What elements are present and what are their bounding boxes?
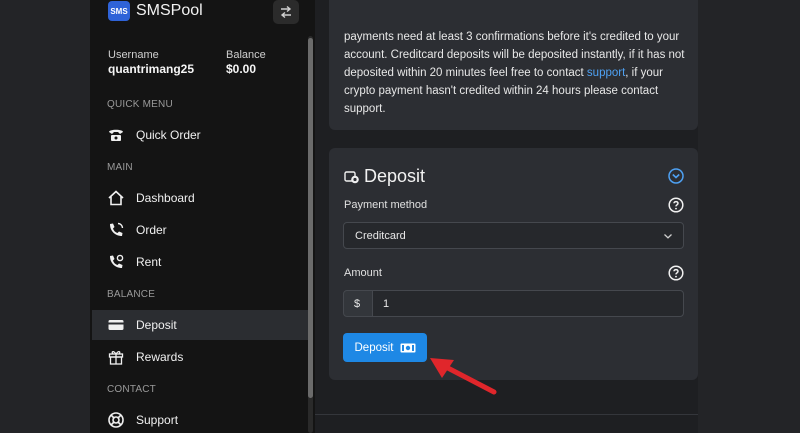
section-main: MAIN [107,162,133,173]
background-right [698,0,800,433]
balance-label: Balance [226,49,266,61]
deposit-info-text: payments need at least 3 confirmations b… [344,28,689,118]
payment-method-label: Payment method [344,199,428,211]
username-label: Username [108,49,159,61]
help-icon[interactable] [668,265,684,281]
sidebar-item-rent[interactable]: Rent [92,247,308,277]
payment-method-select[interactable]: Creditcard [343,222,684,249]
amount-label: Amount [344,267,382,279]
support-icon [108,412,124,428]
chevron-down-circle-icon[interactable] [668,168,684,184]
sidebar-item-rewards[interactable]: Rewards [92,342,308,372]
sidebar-item-support[interactable]: Support [92,405,308,433]
chevron-down-icon [664,234,672,239]
sidebar-item-label: Quick Order [136,128,201,142]
deposit-button-label: Deposit [354,341,394,354]
swap-arrows-icon [280,5,292,19]
sidebar-item-label: Order [136,223,167,237]
gift-icon [108,351,124,365]
sidebar-item-quick-order[interactable]: Quick Order [92,120,308,150]
phone-settings-icon [110,254,124,268]
sidebar-scrollbar-thumb[interactable] [308,38,313,398]
amount-input[interactable] [372,290,684,317]
brand-logo: SMS [108,1,130,21]
sidebar-item-label: Rewards [136,350,184,364]
currency-symbol: $ [354,298,361,310]
deposit-button[interactable]: Deposit [343,333,427,362]
section-balance: BALANCE [107,289,156,300]
sidebar-item-deposit[interactable]: Deposit [92,310,308,340]
sidebar-item-label: Rent [136,255,162,269]
balance-value: $0.00 [226,62,257,76]
sidebar-toggle-button[interactable] [273,0,299,24]
sidebar-item-label: Support [136,413,179,427]
phone-icon [109,129,123,141]
deposit-title: Deposit [364,166,426,186]
brand[interactable]: SMS SMSPool [108,1,203,21]
payment-method-value: Creditcard [355,230,406,242]
credit-card-icon [108,320,124,330]
money-bill-icon [400,343,415,352]
currency-addon: $ [343,290,373,317]
username-value: quantrimang25 [108,62,195,76]
sidebar-item-order[interactable]: Order [92,215,308,245]
sidebar-scrollbar[interactable] [308,36,313,433]
phone-call-icon [110,222,124,236]
cash-coins-icon [344,170,359,183]
sidebar-item-label: Dashboard [136,191,195,205]
footer-divider [315,414,698,415]
sidebar-item-dashboard[interactable]: Dashboard [92,183,308,213]
background-left [0,0,90,433]
annotation-arrow-icon [430,358,497,395]
section-contact: CONTACT [107,384,156,395]
deposit-heading: Deposit [344,166,425,187]
home-icon [108,190,124,206]
support-link[interactable]: support [587,67,625,79]
sidebar-item-label: Deposit [136,318,177,332]
brand-name: SMSPool [136,2,203,19]
help-icon[interactable] [668,197,684,213]
section-quick-menu: QUICK MENU [107,99,173,110]
